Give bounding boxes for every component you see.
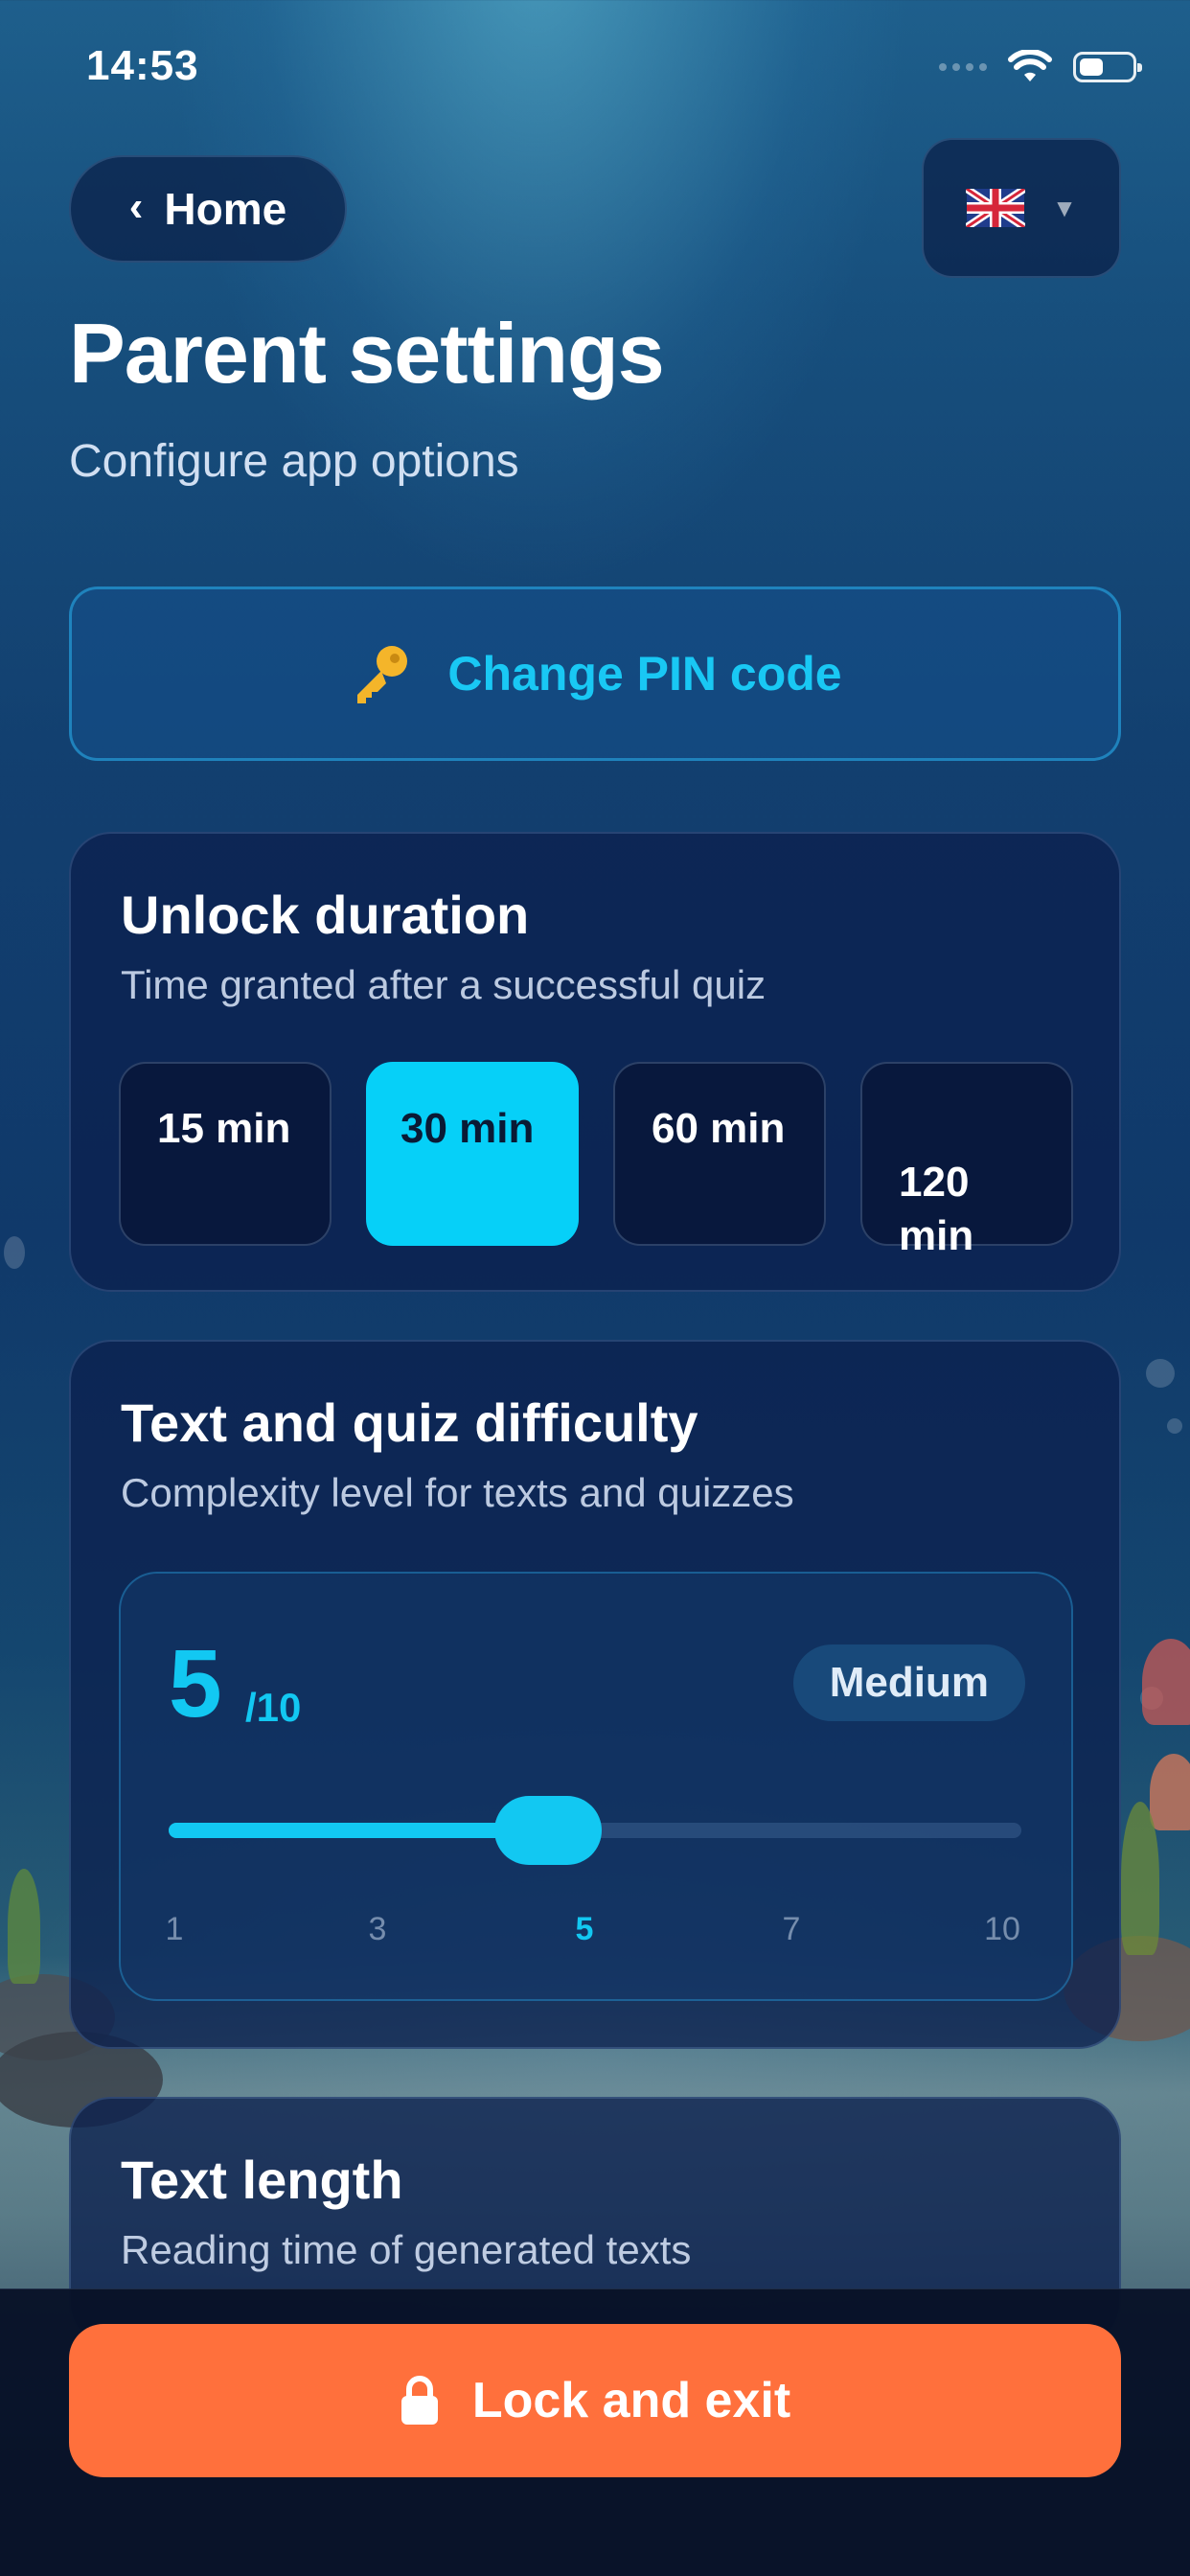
page-subtitle: Configure app options <box>69 436 519 487</box>
duration-option-30[interactable]: 30 min <box>366 1062 579 1246</box>
home-back-label: Home <box>164 184 287 234</box>
bubble <box>1146 1359 1175 1388</box>
unlock-duration-subtitle: Time granted after a successful quiz <box>121 962 767 1007</box>
duration-option-label: 30 min <box>400 1105 535 1152</box>
wifi-icon <box>1008 50 1052 81</box>
lock-and-exit-button[interactable]: Lock and exit <box>69 2324 1121 2477</box>
bottom-action-bar: Lock and exit <box>0 2288 1190 2576</box>
change-pin-label: Change PIN code <box>447 647 842 701</box>
difficulty-card: Text and quiz difficulty Complexity leve… <box>69 1340 1121 2049</box>
status-time: 14:53 <box>86 42 199 89</box>
duration-option-label: 60 min <box>652 1105 786 1152</box>
home-back-button[interactable]: ‹ Home <box>69 155 347 263</box>
unlock-duration-card: Unlock duration Time granted after a suc… <box>69 832 1121 1292</box>
difficulty-subtitle: Complexity level for texts and quizzes <box>121 1470 794 1515</box>
difficulty-level-badge: Medium <box>792 1644 1025 1721</box>
slider-thumb[interactable] <box>494 1796 602 1865</box>
bubble <box>1167 1418 1182 1434</box>
uk-flag-icon <box>966 189 1026 227</box>
lock-and-exit-label: Lock and exit <box>471 2373 791 2428</box>
battery-icon <box>1073 52 1142 82</box>
duration-option-120[interactable]: 120 min <box>860 1062 1073 1259</box>
difficulty-title: Text and quiz difficulty <box>121 1392 698 1453</box>
slider-tick: 7 <box>782 1911 801 1947</box>
difficulty-max: /10 <box>245 1685 302 1730</box>
dropdown-caret-icon: ▼ <box>1052 193 1077 222</box>
unlock-duration-title: Unlock duration <box>121 885 530 945</box>
chevron-left-icon: ‹ <box>128 183 144 230</box>
slider-tick: 3 <box>368 1911 387 1947</box>
difficulty-slider-panel: 5 /10 Medium 1 3 5 7 10 <box>119 1572 1073 2001</box>
change-pin-button[interactable]: Change PIN code <box>69 586 1121 761</box>
status-icons <box>939 50 1142 84</box>
duration-option-label: 15 min <box>157 1105 291 1152</box>
slider-fill <box>169 1823 548 1838</box>
coral <box>1142 1639 1190 1725</box>
slider-tick-active: 5 <box>575 1911 594 1947</box>
duration-option-label: 120 min <box>899 1159 974 1259</box>
key-icon <box>357 646 408 703</box>
seaweed <box>1121 1802 1159 1955</box>
duration-option-15[interactable]: 15 min <box>119 1062 332 1246</box>
slider-tick: 10 <box>984 1911 1020 1947</box>
cellular-signal-icon <box>939 63 987 71</box>
duration-option-60[interactable]: 60 min <box>613 1062 826 1246</box>
language-selector[interactable]: ▼ <box>922 138 1121 278</box>
difficulty-slider[interactable] <box>169 1796 1021 1865</box>
text-length-title: Text length <box>121 2150 403 2210</box>
page-title: Parent settings <box>69 306 665 401</box>
seaweed <box>8 1869 40 1984</box>
text-length-subtitle: Reading time of generated texts <box>121 2227 692 2272</box>
slider-tick: 1 <box>165 1911 184 1947</box>
difficulty-value: 5 <box>169 1630 222 1737</box>
bubble <box>4 1236 25 1269</box>
coral <box>1150 1754 1190 1830</box>
lock-icon <box>400 2376 438 2425</box>
